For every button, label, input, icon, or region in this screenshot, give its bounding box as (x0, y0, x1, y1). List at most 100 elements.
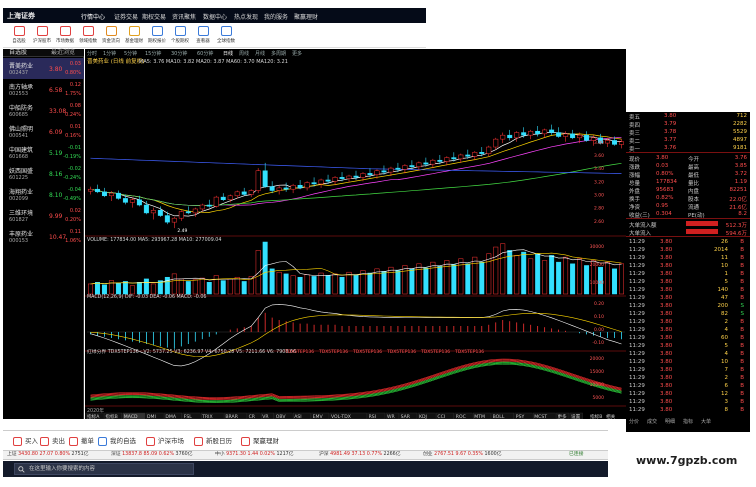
period-tab[interactable]: 更多 (292, 50, 302, 57)
toolbar-label: 期权报价 (148, 39, 166, 44)
chart-panel[interactable]: 晋美药业 (日线 前复权) MA5: 3.76 MA10: 3.82 MA20: … (85, 49, 626, 419)
right-tab[interactable]: 指标B (590, 413, 602, 419)
indicator-tab[interactable]: WR (387, 414, 396, 419)
indicator-tab[interactable]: RSI (369, 414, 376, 419)
watchlist-row[interactable]: 妖西国盛 601225 8.16 -0.02 -0.24% (3, 163, 84, 184)
tab-recent[interactable]: 最近浏览 (51, 50, 75, 56)
menu-item[interactable]: 热点发现 (234, 12, 258, 21)
period-tab[interactable]: 1分钟 (103, 50, 116, 57)
toolbar-button[interactable]: 基金理财 (123, 26, 145, 44)
quote-tab[interactable]: 成交 (647, 420, 657, 425)
indicator-tab[interactable]: DMI (147, 414, 156, 419)
indicator-tab[interactable]: SAR (401, 414, 411, 419)
index-change: 85.09 (143, 452, 159, 457)
index-change: 27.07 (39, 452, 55, 457)
toolbar-button[interactable]: 资金流向 (100, 26, 122, 44)
period-tab[interactable]: 30分钟 (171, 50, 187, 57)
index-item[interactable]: 上证 3430.80 27.07 0.80% 2751亿 (7, 452, 89, 458)
indicator-tab[interactable]: ASI (294, 414, 301, 419)
indicator-tab[interactable]: MTM (474, 414, 485, 419)
quote-tab[interactable]: 指标 (683, 420, 693, 425)
menu-item[interactable]: 数据中心 (203, 12, 227, 21)
menu-item[interactable]: 期权交易 (142, 12, 166, 21)
stock-pct: 1.75% (65, 91, 81, 97)
indicator-axis-label: 10000 (590, 382, 604, 388)
candle-body (388, 167, 394, 173)
index-item[interactable]: 创业 2767.51 9.67 0.35% 1600亿 (423, 452, 502, 458)
toolbar-button[interactable]: 个股期权 (169, 26, 191, 44)
indicator-tab[interactable]: KDJ (419, 414, 427, 419)
watchlist-row[interactable]: 中船防务 600685 33.08 0.08 0.24% (3, 100, 84, 121)
toolbar-button[interactable]: 全球指数 (215, 26, 237, 44)
indicator-tab[interactable]: BRAR (225, 414, 238, 419)
period-tab[interactable]: 多周期 (271, 50, 286, 57)
menu-item[interactable]: 行情中心 (81, 12, 105, 21)
candle-body (577, 134, 583, 139)
indicator-tab[interactable]: OBV (276, 414, 287, 419)
period-tab[interactable]: 60分钟 (197, 50, 213, 57)
period-tab[interactable]: 月线 (255, 50, 265, 57)
menu-item[interactable]: 证券交易 (114, 12, 138, 21)
indicator-tab[interactable]: BOLL (493, 414, 505, 419)
indicator-tab[interactable]: EMV (313, 414, 324, 419)
menu-item[interactable]: 聚赢理财 (294, 12, 318, 21)
menu-item[interactable]: 我的服务 (264, 12, 288, 21)
indicator-tab[interactable]: PSY (516, 414, 525, 419)
watchlist-row[interactable]: 晋美药业 002437 3.80 0.03 0.80% (3, 58, 84, 79)
action-button[interactable]: 我的自选 (98, 435, 136, 446)
indicator-tab[interactable]: MCST (534, 414, 547, 419)
toolbar-button[interactable]: 市场数据 (54, 26, 76, 44)
indicator-tab[interactable]: FSL (184, 414, 192, 419)
indicator-tab[interactable]: TRIX (201, 414, 213, 419)
quote-tab[interactable]: 大单 (701, 420, 711, 425)
volume-bar (311, 276, 317, 295)
toolbar-label: 全球指数 (217, 39, 235, 44)
taskbar-search[interactable]: 在这里输入你要搜索的内容 (14, 463, 194, 475)
right-tab[interactable]: 相关 (606, 413, 616, 419)
action-button[interactable]: 卖出 (40, 435, 65, 446)
toolbar-button[interactable]: 自选股 (8, 26, 30, 44)
indicator-tab[interactable]: MACD (124, 414, 138, 419)
index-item[interactable]: 沪深 4981.49 37.13 0.77% 2266亿 (319, 452, 401, 458)
toolbar-button[interactable]: 期权报价 (146, 26, 168, 44)
indicator-tab[interactable]: VR (262, 414, 269, 419)
period-tab[interactable]: 5分钟 (124, 50, 137, 57)
toolbar-button[interactable]: 沪深股市 (31, 26, 53, 44)
candle-body (465, 154, 471, 157)
toolbar-button[interactable]: 查看器 (192, 26, 214, 44)
action-button[interactable]: 买入 (13, 435, 38, 446)
volume-bar (584, 265, 590, 295)
toolbar-button[interactable]: 领域指数 (77, 26, 99, 44)
watchlist-row[interactable]: 海翔药业 002099 8.10 -0.04 -0.49% (3, 184, 84, 205)
menu-item[interactable]: 资讯聚焦 (172, 12, 196, 21)
quote-tab[interactable]: 明细 (665, 420, 675, 425)
period-tab[interactable]: 周线 (239, 50, 249, 57)
watchlist-row[interactable]: 三维环境 601827 9.99 0.02 0.20% (3, 205, 84, 226)
watchlist-row[interactable]: 佛山照明 000541 6.09 0.01 0.16% (3, 121, 84, 142)
stock-name: 佛山照明 (9, 126, 34, 133)
watchlist-row[interactable]: 丰原药业 000153 10.47 0.11 1.06% (3, 226, 84, 247)
action-button[interactable]: 聚赢理财 (241, 435, 279, 446)
period-tab[interactable]: 分时 (87, 50, 97, 57)
period-tab[interactable]: 15分钟 (145, 50, 161, 57)
kline-chart[interactable]: 晋美药业 (日线 前复权)MA5: 3.76 MA10: 3.82 MA20: … (85, 49, 626, 419)
watchlist-row[interactable]: 中国建筑 601668 5.19 -0.01 -0.19% (3, 142, 84, 163)
action-button[interactable]: 沪深市场 (146, 435, 184, 446)
action-button[interactable]: 新股日历 (194, 435, 232, 446)
index-item[interactable]: 深证 13837.8 85.09 0.62% 3760亿 (111, 452, 193, 458)
volume-bar (213, 275, 219, 295)
period-tab[interactable]: 日线 (223, 50, 233, 57)
watchlist-row[interactable]: 南方轴承 002553 6.58 0.12 1.75% (3, 79, 84, 100)
index-item[interactable]: 中小 9371.30 1.44 0.02% 1217亿 (215, 452, 294, 458)
tab-watchlist[interactable]: 自选股 (9, 50, 27, 56)
candle-body (94, 188, 100, 193)
action-bar: 买入 卖出 撤单 我的自选 沪深市场 新股日历 聚赢理财 (3, 430, 608, 449)
action-button[interactable]: 撤单 (69, 435, 94, 446)
indicator-tab[interactable]: DMA (165, 414, 177, 419)
indicator-tab[interactable]: CR (249, 414, 256, 419)
indicator-tab[interactable]: ROC (456, 414, 466, 419)
indicator-tab[interactable]: CCI (437, 414, 445, 419)
tick-price: 3.80 (660, 303, 673, 309)
quote-tab[interactable]: 分价 (629, 420, 639, 425)
indicator-tab[interactable]: VOL-TDX (331, 414, 351, 419)
